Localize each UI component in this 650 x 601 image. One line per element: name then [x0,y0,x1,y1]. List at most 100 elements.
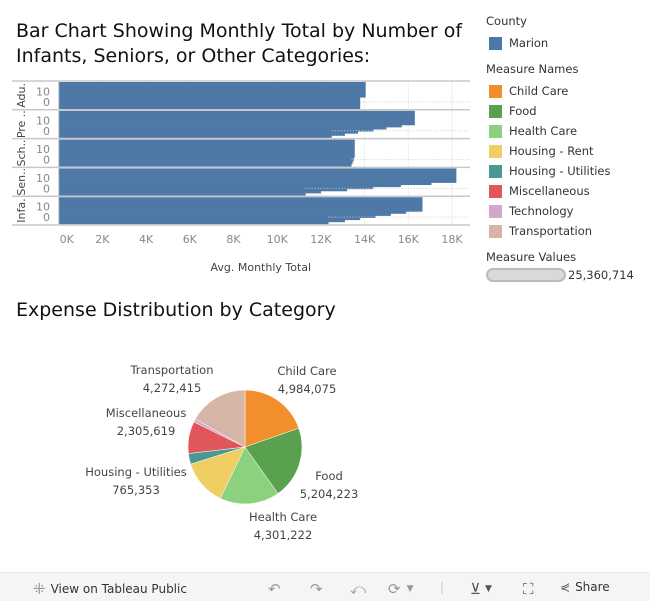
legend-swatch [489,184,502,198]
legend-label: Miscellaneous [509,184,590,198]
x-tick-label: 8K [226,233,241,246]
bar [58,213,391,216]
group-label: Infa. [15,198,28,222]
fullscreen-icon[interactable]: ⛶ [523,580,534,598]
y-tick-label: 0 [43,154,50,167]
x-tick-label: 16K [398,233,420,246]
legend-swatch [489,224,502,238]
bar [58,163,352,167]
chevron-down-icon: ▼ [484,584,492,594]
view-on-tableau-label: View on Tableau Public [50,582,187,596]
slice-value: 5,204,223 [300,487,359,501]
bar [58,186,374,190]
slice-value: 4,984,075 [278,382,337,396]
slice-label: Housing - Utilities [85,465,187,479]
x-tick-label: 0K [60,233,75,246]
legend-swatch [489,84,502,98]
group-label: Pre .. [15,110,28,138]
pie-chart-title: Expense Distribution by Category [16,299,336,321]
bar [58,221,329,225]
slice-value: 2,305,619 [117,424,176,438]
bar [58,133,345,136]
bar [58,211,407,214]
group-label: Adu. [15,83,28,108]
bar [58,157,354,162]
bar [58,82,366,98]
legend-label: Health Care [509,124,578,138]
legend-swatch [489,204,502,218]
bar [58,182,432,185]
bar [58,135,332,138]
legend-item[interactable]: Child Care [486,81,634,101]
bar [58,197,423,212]
legend-item[interactable]: Transportation [486,221,634,241]
revert-icon[interactable]: ⤺ [350,580,366,598]
legend-label: Food [509,104,537,118]
share-button[interactable]: ⋞ Share [560,580,610,594]
bar [58,215,376,218]
bar [58,168,457,183]
legend-label: Housing - Rent [509,144,594,158]
slice-value: 4,301,222 [254,528,313,542]
legend-swatch [489,36,502,50]
legend-item[interactable]: Health Care [486,121,634,141]
bar [58,217,361,221]
legend-item[interactable]: Housing - Utilities [486,161,634,181]
county-legend-title: County [486,14,527,28]
legend-swatch [489,104,502,118]
slice-label: Health Care [249,510,317,524]
bar [58,190,321,194]
x-tick-label: 2K [95,233,110,246]
y-tick-label: 0 [43,182,50,195]
toolbar: ⁜ View on Tableau Public ↶ ↷ ⤺ ⟳ ▼ | ⊻ ▼ ⛶… [0,572,650,601]
slice-label: Child Care [277,364,336,378]
bar [58,124,402,128]
slice-label: Food [315,469,343,483]
slice-value: 765,353 [112,483,160,497]
bar [58,139,355,158]
legend: County Marion Measure Names Child Care Fo… [486,14,634,282]
legend-item[interactable]: Housing - Rent [486,141,634,161]
bar [58,188,348,192]
share-label: Share [575,580,610,594]
x-tick-label: 10K [267,233,289,246]
divider: | [440,580,445,594]
bar [58,161,353,165]
x-tick-label: 18K [441,233,463,246]
x-axis-label: Avg. Monthly Total [211,261,312,274]
bar-chart: 0K 2K 4K 6K 8K 10K 12K 14K 16K 18K Avg. Monthly To… [12,80,470,274]
x-tick-label: 6K [183,233,198,246]
bar [58,127,387,130]
measure-values-max: 25,360,714 [568,268,634,282]
bar [58,129,374,132]
chevron-down-icon: ▼ [406,584,414,594]
bar-chart-title: Bar Chart Showing Monthly Total by Numbe… [16,20,463,67]
bar [58,97,361,110]
view-on-tableau-button[interactable]: ⁜ View on Tableau Public [33,580,187,598]
legend-swatch [489,144,502,158]
redo-icon[interactable]: ↷ [310,580,323,598]
undo-icon[interactable]: ↶ [268,580,281,598]
y-tick-label: 0 [43,96,50,109]
measure-values-title: Measure Values [486,250,577,264]
group-label: Sen.. [15,168,28,196]
y-tick-label: 0 [43,211,50,224]
legend-item[interactable]: Marion [486,33,634,53]
y-tick-label: 0 [43,125,50,138]
legend-item[interactable]: Food [486,101,634,121]
slice-label: Transportation [129,363,213,377]
legend-label: Housing - Utilities [509,164,611,178]
measure-values-range [486,268,566,282]
legend-item[interactable]: Technology [486,201,634,221]
bar [58,193,306,196]
tableau-logo-icon: ⁜ [33,580,46,598]
refresh-icon[interactable]: ⟳ ▼ [388,580,414,598]
legend-swatch [489,164,502,178]
legend-label: Marion [509,36,549,50]
slice-label: Miscellaneous [106,406,187,420]
legend-item[interactable]: Miscellaneous [486,181,634,201]
download-icon[interactable]: ⊻ ▼ [470,580,492,598]
x-tick-label: 14K [354,233,376,246]
bar [58,184,401,188]
legend-label: Transportation [509,224,593,238]
